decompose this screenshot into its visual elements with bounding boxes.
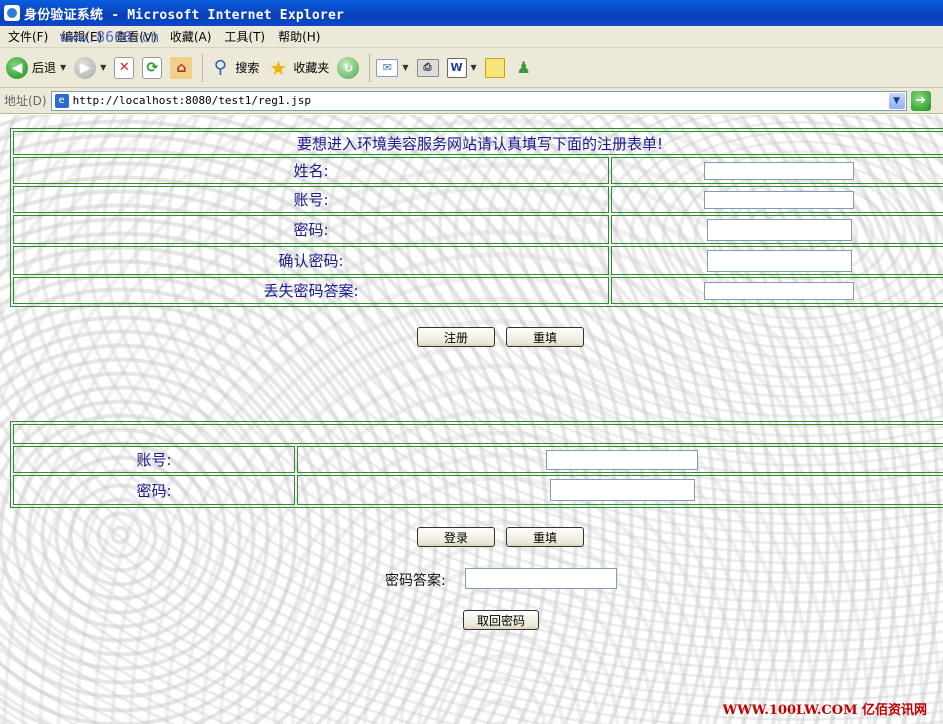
forward-dropdown-icon[interactable]: ▼ [100, 63, 106, 72]
footer-watermark: WWW.100LW.COM 亿佰资讯网 [722, 703, 927, 718]
menu-file[interactable]: 文件(F) [4, 28, 57, 45]
register-button[interactable]: 注册 [417, 327, 495, 347]
messenger-icon: ♟ [516, 58, 531, 77]
ie-icon [4, 5, 20, 21]
back-dropdown-icon[interactable]: ▼ [60, 63, 66, 72]
stop-icon: ✕ [114, 56, 135, 79]
back-arrow-icon: ◀ [6, 56, 28, 79]
edit-dropdown-icon[interactable]: ▼ [471, 63, 477, 72]
confirm-password-label: 确认密码: [13, 246, 609, 275]
mail-button[interactable]: ✉ ▼ [376, 52, 409, 84]
login-password-label: 密码: [13, 475, 295, 505]
history-icon: ↻ [337, 56, 360, 79]
search-icon: ⚲ [213, 57, 227, 78]
toolbar: ◀ 后退 ▼ ▶ ▼ ✕ ⟳ ⌂ ⚲ 搜索 ★ 收藏夹 ↻ ✉ ▼ ⎙ W ▼ … [0, 48, 943, 88]
print-button[interactable]: ⎙ [416, 52, 439, 84]
account-label: 账号: [13, 186, 609, 213]
toolbar-divider [202, 53, 204, 82]
retrieve-password-button[interactable]: 取回密码 [463, 610, 539, 630]
home-icon: ⌂ [170, 56, 193, 79]
address-dropdown-icon[interactable]: ▼ [888, 92, 905, 109]
menu-edit[interactable]: 编辑(E) [57, 28, 111, 45]
favorites-button[interactable]: ★ 收藏夹 [267, 52, 329, 84]
discuss-button[interactable] [484, 52, 505, 84]
star-icon: ★ [269, 55, 288, 80]
name-label: 姓名: [13, 157, 609, 184]
register-header: 要想进入环境美容服务网站请认真填写下面的注册表单! [13, 131, 943, 155]
confirm-password-input[interactable] [706, 249, 852, 272]
window-titlebar: 身份验证系统 - Microsoft Internet Explorer [0, 0, 943, 26]
menu-favorites[interactable]: 收藏(A) [166, 28, 221, 45]
stop-button[interactable]: ✕ [114, 52, 135, 84]
back-label: 后退 [32, 61, 57, 75]
name-input[interactable] [704, 162, 854, 180]
home-button[interactable]: ⌂ [170, 52, 193, 84]
toolbar-divider [369, 53, 371, 82]
note-icon [484, 57, 505, 78]
answer-label: 丢失密码答案: [13, 277, 609, 304]
search-button[interactable]: ⚲ 搜索 [209, 52, 260, 84]
login-account-label: 账号: [13, 446, 295, 473]
search-label: 搜索 [235, 61, 260, 75]
login-form: 账号: 密码: [10, 421, 943, 508]
history-button[interactable]: ↻ [337, 52, 360, 84]
account-input[interactable] [704, 191, 854, 209]
favorites-label: 收藏夹 [293, 61, 330, 75]
address-bar: 地址(D) e http://localhost:8080/test1/reg1… [0, 88, 943, 114]
menu-tools[interactable]: 工具(T) [220, 28, 274, 45]
refresh-icon: ⟳ [142, 56, 163, 79]
password-input[interactable] [706, 218, 852, 241]
answer-input[interactable] [704, 282, 854, 300]
printer-icon: ⎙ [416, 58, 439, 77]
login-password-input[interactable] [549, 479, 695, 501]
window-title: 身份验证系统 - Microsoft Internet Explorer [24, 7, 344, 23]
password-label: 密码: [13, 215, 609, 244]
register-reset-button[interactable]: 重填 [506, 327, 584, 347]
menu-view[interactable]: 查看(V) [111, 28, 166, 45]
forward-arrow-icon: ▶ [74, 56, 97, 79]
edit-button[interactable]: W ▼ [446, 52, 477, 84]
messenger-button[interactable]: ♟ [513, 52, 535, 84]
refresh-button[interactable]: ⟳ [142, 52, 163, 84]
page-content: 要想进入环境美容服务网站请认真填写下面的注册表单! 姓名: 账号: 密码: 确认… [0, 115, 943, 724]
page-icon: e [54, 93, 69, 108]
menu-bar: 文件(F) 编辑(E) 查看(V) 收藏(A) 工具(T) 帮助(H) [0, 26, 943, 48]
login-reset-button[interactable]: 重填 [506, 527, 584, 547]
back-button[interactable]: ◀ 后退 ▼ [6, 52, 66, 84]
address-input[interactable]: e http://localhost:8080/test1/reg1.jsp ▼ [50, 90, 907, 111]
register-form: 要想进入环境美容服务网站请认真填写下面的注册表单! 姓名: 账号: 密码: 确认… [10, 128, 943, 307]
login-account-input[interactable] [546, 449, 698, 470]
mail-dropdown-icon[interactable]: ▼ [402, 63, 408, 72]
recover-answer-input[interactable] [465, 568, 617, 589]
address-label: 地址(D) [4, 94, 47, 108]
menu-help[interactable]: 帮助(H) [274, 28, 329, 45]
mail-icon: ✉ [376, 58, 399, 77]
word-icon: W [446, 57, 467, 78]
go-button[interactable]: ➔ [910, 90, 931, 111]
login-header [13, 424, 943, 444]
forward-button[interactable]: ▶ ▼ [74, 52, 106, 84]
recover-answer-label: 密码答案: [385, 573, 446, 589]
login-button[interactable]: 登录 [417, 527, 495, 547]
address-url[interactable]: http://localhost:8080/test1/reg1.jsp [73, 94, 311, 107]
